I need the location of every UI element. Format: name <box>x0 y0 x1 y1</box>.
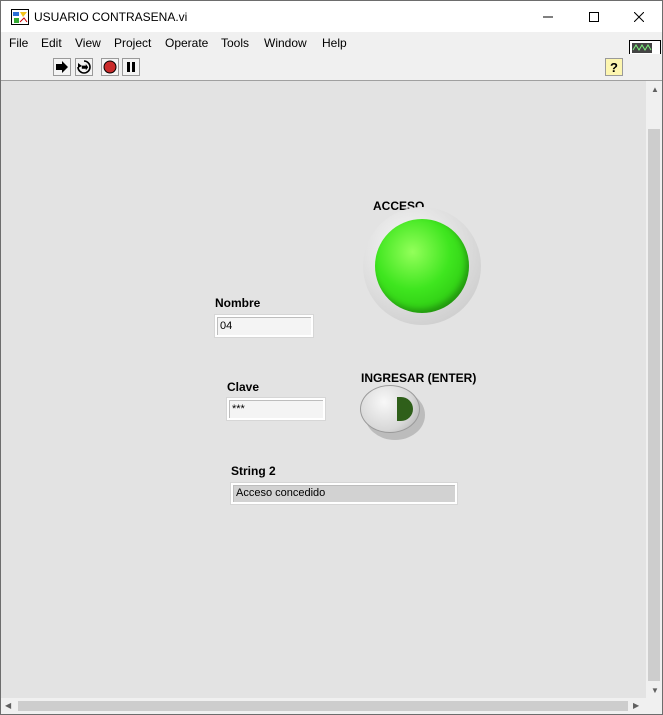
menu-file[interactable]: File <box>9 36 28 50</box>
clave-label: Clave <box>227 380 260 394</box>
scroll-left-icon[interactable]: ◀ <box>5 701 11 710</box>
run-arrow-icon <box>56 61 68 73</box>
menu-tools[interactable]: Tools <box>221 36 249 50</box>
run-continuously-button[interactable] <box>75 58 93 76</box>
window-title: USUARIO CONTRASENA.vi <box>34 10 188 24</box>
horizontal-scroll-thumb[interactable] <box>18 701 628 711</box>
menu-edit[interactable]: Edit <box>41 36 62 50</box>
menu-window[interactable]: Window <box>264 36 307 50</box>
ingresar-label: INGRESAR (ENTER) <box>361 371 477 385</box>
close-button[interactable] <box>616 1 662 32</box>
help-icon: ? <box>610 60 618 74</box>
pause-button[interactable] <box>122 58 140 76</box>
string2-label: String 2 <box>231 464 276 478</box>
minimize-icon <box>543 16 553 17</box>
scroll-up-icon[interactable]: ▲ <box>651 85 659 94</box>
labview-vi-icon <box>11 9 29 25</box>
pause-icon <box>127 62 135 72</box>
vertical-scroll-thumb[interactable] <box>648 129 660 681</box>
acceso-led <box>375 219 469 313</box>
menu-project[interactable]: Project <box>114 36 151 50</box>
title-bar: USUARIO CONTRASENA.vi <box>1 1 662 32</box>
maximize-button[interactable] <box>571 1 617 32</box>
scroll-right-icon[interactable]: ▶ <box>633 701 639 710</box>
run-continuously-icon <box>77 60 91 74</box>
minimize-button[interactable] <box>525 1 571 32</box>
string2-value: Acceso concedido <box>236 487 326 499</box>
context-help-button[interactable]: ? <box>605 58 623 76</box>
close-icon <box>634 11 644 22</box>
nombre-input[interactable] <box>215 315 313 337</box>
menu-operate[interactable]: Operate <box>165 36 208 50</box>
maximize-icon <box>589 11 599 22</box>
clave-input[interactable] <box>227 398 325 420</box>
svg-text:?: ? <box>610 60 618 74</box>
front-panel <box>1 81 646 698</box>
string2-indicator: Acceso concedido <box>231 483 457 504</box>
stop-icon <box>103 60 117 74</box>
menu-help[interactable]: Help <box>322 36 347 50</box>
menu-view[interactable]: View <box>75 36 101 50</box>
abort-button[interactable] <box>101 58 119 76</box>
scroll-down-icon[interactable]: ▼ <box>651 686 659 695</box>
nombre-label: Nombre <box>215 296 261 310</box>
run-button[interactable] <box>53 58 71 76</box>
vi-window: USUARIO CONTRASENA.vi File Edit View Pro… <box>0 0 663 715</box>
